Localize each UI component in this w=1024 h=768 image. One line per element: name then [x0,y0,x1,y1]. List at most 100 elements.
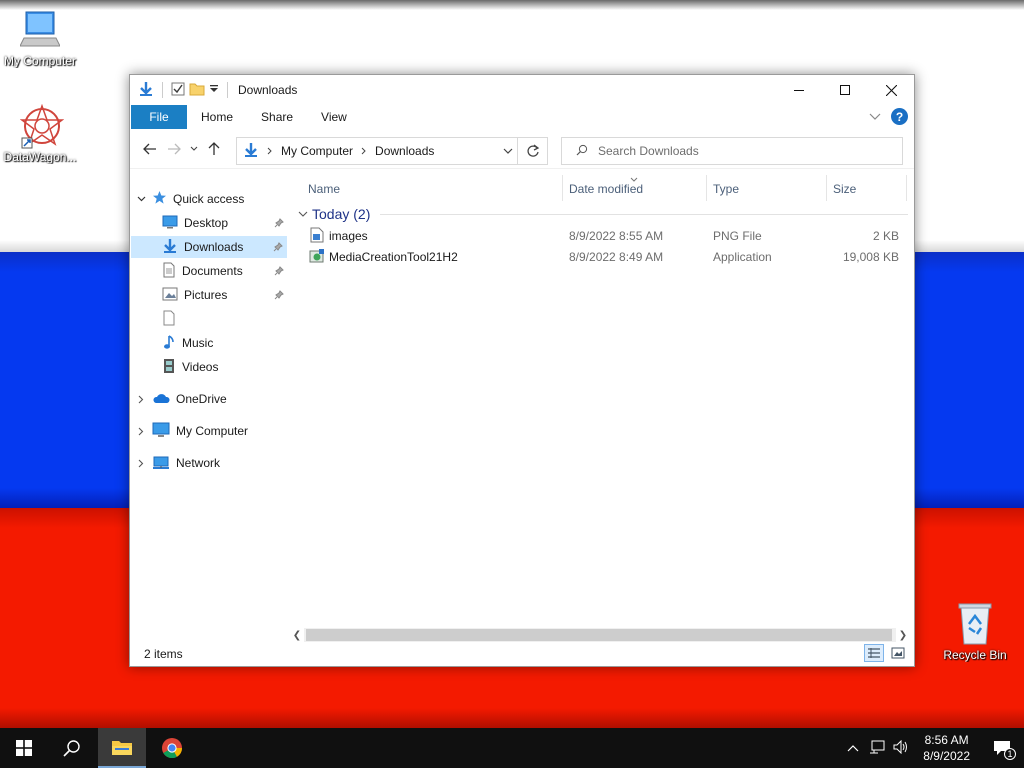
breadcrumb-my-computer[interactable]: My Computer [281,144,353,158]
cloud-icon [152,392,170,407]
network-status-icon[interactable] [865,740,889,757]
nav-quick-access[interactable]: Quick access [130,188,288,210]
chevron-right-icon[interactable] [267,144,273,158]
network-icon [152,454,170,473]
clock-time: 8:56 AM [924,733,969,747]
pin-icon[interactable] [273,241,283,255]
quick-access-toolbar [130,81,232,100]
nav-item-downloads[interactable]: Downloads [131,236,287,258]
column-header-size[interactable]: Size [833,179,856,199]
new-folder-icon[interactable] [189,82,205,99]
group-label: Today (2) [312,206,371,222]
chevron-right-icon[interactable] [136,459,146,468]
explorer-window: Downloads File Home Share View ? My Comp… [129,74,915,667]
film-icon [162,358,176,377]
tab-view[interactable]: View [307,105,361,129]
notification-count-badge: 1 [1004,748,1016,760]
windows-logo-icon [16,740,32,756]
file-row[interactable]: images 8/9/2022 8:55 AM PNG File 2 KB [296,225,908,246]
ribbon-tabs: File Home Share View ? [130,105,914,129]
pin-icon[interactable] [274,217,284,231]
up-button[interactable] [202,137,226,161]
pictures-icon [162,287,178,304]
chevron-down-icon[interactable] [136,196,146,202]
help-button[interactable]: ? [891,108,908,125]
refresh-button[interactable] [517,138,547,164]
item-count: 2 items [144,647,183,661]
column-header-name[interactable]: Name [308,179,340,199]
pin-icon[interactable] [274,289,284,303]
chrome-icon [162,738,183,759]
recent-locations-button[interactable] [186,137,202,161]
file-row[interactable]: MediaCreationTool21H2 8/9/2022 8:49 AM A… [296,246,908,267]
title-bar: Downloads [130,75,914,105]
file-date: 8/9/2022 8:49 AM [569,250,664,264]
group-header-today[interactable]: Today (2) [296,203,908,225]
scroll-track[interactable] [304,628,896,642]
nav-label: Network [176,456,221,470]
nav-label: Pictures [184,288,228,302]
computer-icon [19,8,61,52]
nav-item-videos[interactable]: Videos [130,356,288,378]
sort-indicator-icon [630,171,638,185]
notifications-button[interactable]: 1 [980,728,1024,768]
close-button[interactable] [868,75,914,105]
desktop-icon-my-computer[interactable]: My Computer [0,8,80,68]
address-dropdown-icon[interactable] [503,144,513,161]
scroll-thumb[interactable] [306,629,892,641]
computer-icon [152,422,170,441]
details-view-button[interactable] [864,644,884,662]
qat-dropdown-icon[interactable] [209,83,219,97]
back-button[interactable] [138,137,162,161]
nav-label: Videos [182,360,219,374]
clock-date: 8/9/2022 [923,749,970,763]
search-icon [63,740,80,757]
address-bar[interactable]: My Computer Downloads [236,137,548,165]
tab-share[interactable]: Share [247,105,307,129]
minimize-button[interactable] [776,75,822,105]
chevron-right-icon[interactable] [136,395,146,404]
start-button[interactable] [0,728,48,768]
maximize-button[interactable] [822,75,868,105]
properties-check-icon[interactable] [171,82,185,99]
large-icons-view-button[interactable] [888,644,908,662]
search-box[interactable]: Search Downloads [561,137,903,165]
desktop-icon-recycle-bin[interactable]: Recycle Bin [935,602,1015,662]
horizontal-scrollbar[interactable]: ❮ ❯ [290,628,910,642]
nav-item-pictures[interactable]: Pictures [130,284,288,306]
forward-button[interactable] [162,137,186,161]
search-button[interactable] [48,728,96,768]
nav-label: Downloads [184,240,244,254]
nav-my-computer[interactable]: My Computer [130,420,288,442]
breadcrumb-downloads[interactable]: Downloads [375,144,434,158]
tab-home[interactable]: Home [187,105,247,129]
nav-item-documents[interactable]: Documents [130,260,288,282]
chevron-right-icon[interactable] [361,144,367,158]
show-hidden-icons-icon[interactable] [841,741,865,755]
tab-file[interactable]: File [131,105,187,129]
file-size: 19,008 KB [842,250,899,264]
search-placeholder: Search Downloads [598,144,699,158]
nav-item-desktop[interactable]: Desktop [130,212,288,234]
chevron-down-icon[interactable] [298,211,308,218]
pin-icon[interactable] [274,265,284,279]
scroll-left-icon[interactable]: ❮ [290,630,304,641]
nav-label: Quick access [173,192,245,206]
desktop-icon [162,215,178,232]
clock[interactable]: 8:56 AM 8/9/2022 [913,732,980,764]
system-tray: 8:56 AM 8/9/2022 1 [841,728,1024,768]
taskbar-file-explorer[interactable] [98,728,146,768]
expand-ribbon-icon[interactable] [869,110,881,124]
desktop-icon-datawagon[interactable]: DataWagon... [0,103,80,164]
downloads-arrow-icon [162,238,178,257]
chevron-right-icon[interactable] [136,427,146,436]
scroll-right-icon[interactable]: ❯ [896,630,910,641]
nav-network[interactable]: Network [130,452,288,474]
volume-icon[interactable] [889,739,913,757]
nav-item-music[interactable]: Music [130,332,288,354]
nav-item-unnamed[interactable] [130,308,288,330]
nav-label: Desktop [184,216,229,230]
nav-onedrive[interactable]: OneDrive [130,388,288,410]
taskbar-chrome[interactable] [148,728,196,768]
column-header-type[interactable]: Type [713,179,739,199]
